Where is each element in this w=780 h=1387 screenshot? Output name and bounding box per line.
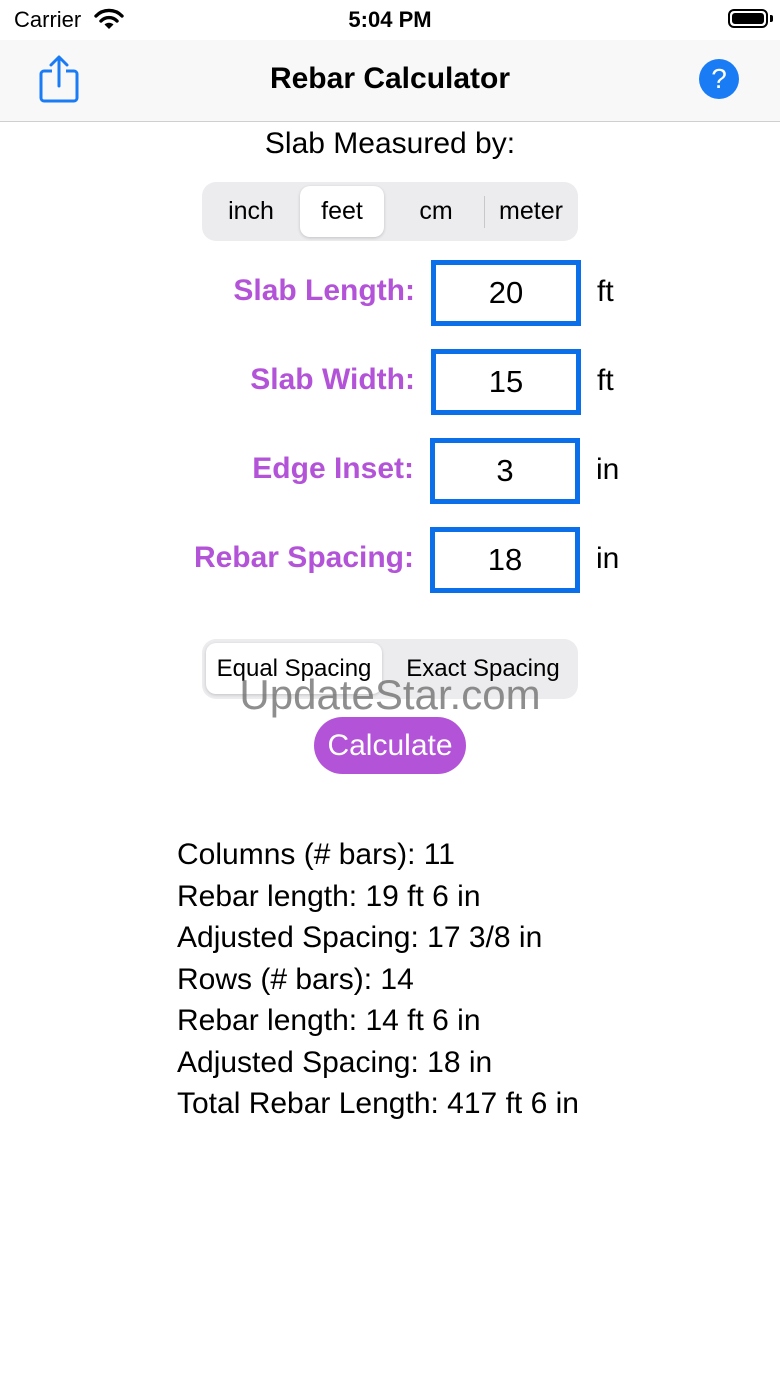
rebar-spacing-label: Rebar Spacing: (193, 541, 414, 574)
result-row-adjusted-spacing: Adjusted Spacing: 18 in (177, 1045, 493, 1079)
battery-tip (770, 15, 773, 22)
rebar-spacing-input[interactable]: 18 (430, 527, 580, 593)
edge-inset-unit: in (596, 453, 620, 486)
slab-width-label: Slab Width: (250, 363, 415, 396)
result-row-rebar-length: Rebar length: 14 ft 6 in (177, 1004, 481, 1037)
result-columns: Columns (# bars): 11 (177, 838, 455, 871)
watermark: UpdateStar.com (239, 671, 541, 718)
rebar-spacing-unit: in (596, 542, 620, 575)
result-column-rebar-length: Rebar length: 19 ft 6 in (177, 879, 481, 913)
results-panel: Columns (# bars): 11 Rebar length: 19 ft… (177, 834, 579, 1125)
navigation-bar: Rebar Calculator ? (0, 40, 780, 122)
result-column-adjusted-spacing: Adjusted Spacing: 17 3/8 in (177, 921, 543, 954)
slab-length-label: Slab Length: (233, 274, 415, 307)
edge-inset-input[interactable]: 3 (430, 438, 580, 504)
unit-option-feet[interactable]: feet (300, 186, 384, 237)
help-icon[interactable]: ? (699, 59, 739, 99)
units-label: Slab Measured by: (264, 127, 516, 160)
page-title: Rebar Calculator (269, 62, 511, 95)
segment-divider (484, 196, 485, 228)
calculate-button[interactable]: Calculate (314, 717, 466, 774)
unit-option-cm[interactable]: cm (392, 186, 480, 237)
result-rows: Rows (# bars): 14 (177, 962, 414, 996)
slab-length-unit: ft (597, 275, 614, 308)
battery-icon (728, 9, 768, 28)
status-time: 5:04 PM (348, 7, 432, 32)
units-segmented-control: inch feet cm meter (202, 182, 578, 241)
slab-width-input[interactable]: 15 (431, 349, 581, 415)
slab-length-input[interactable]: 20 (431, 260, 581, 326)
edge-inset-label: Edge Inset: (252, 452, 414, 485)
unit-option-meter[interactable]: meter (488, 186, 574, 237)
slab-width-unit: ft (597, 364, 614, 397)
result-total-rebar-length: Total Rebar Length: 417 ft 6 in (177, 1087, 579, 1120)
status-bar: Carrier 5:04 PM (0, 0, 780, 40)
unit-option-inch[interactable]: inch (206, 186, 296, 237)
